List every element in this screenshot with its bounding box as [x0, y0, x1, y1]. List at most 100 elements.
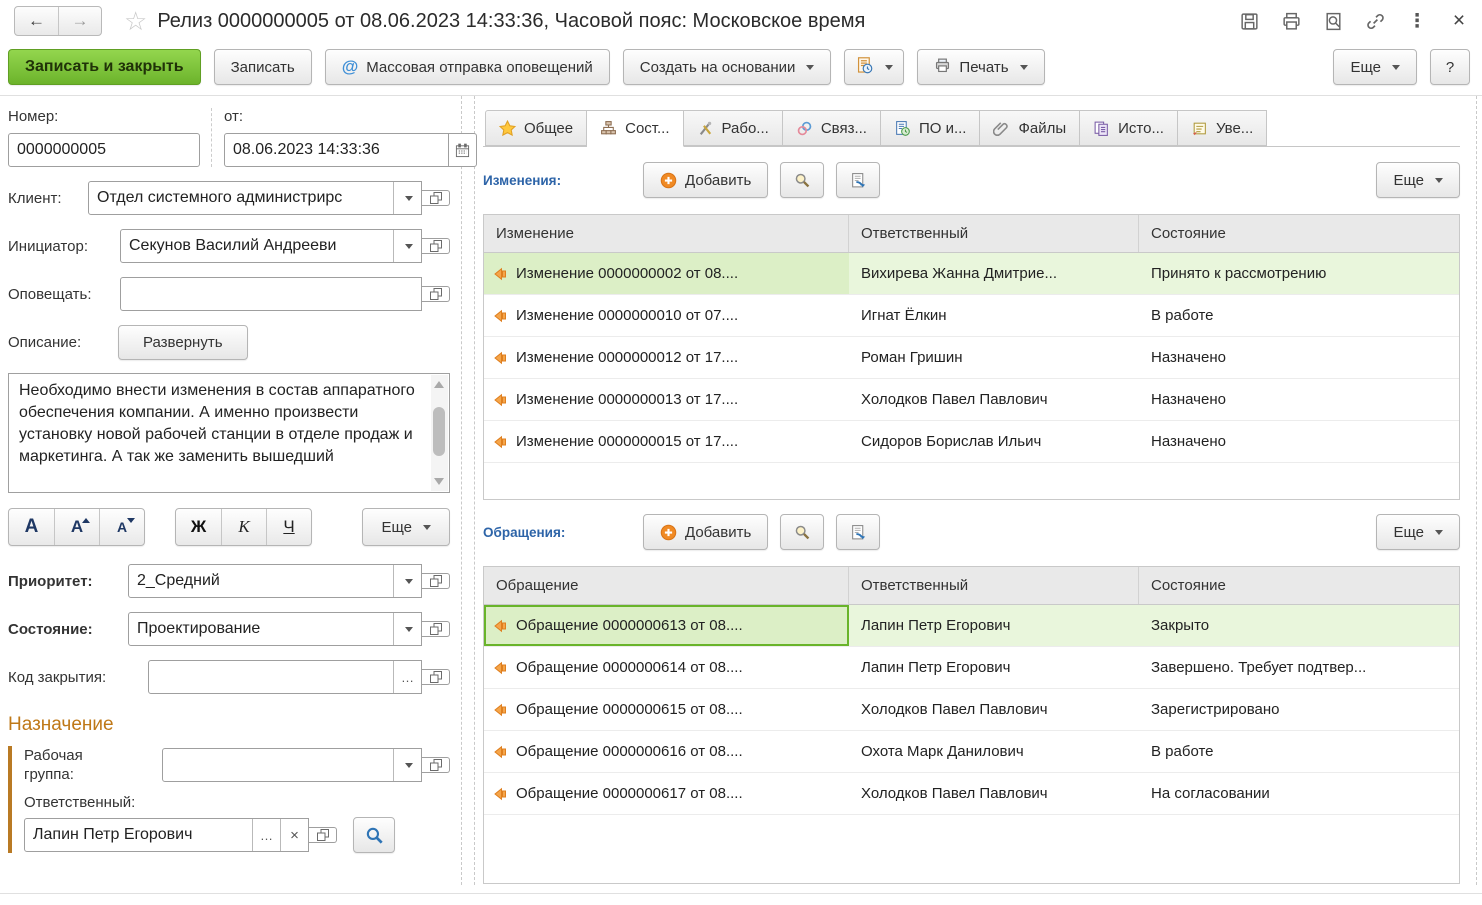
row-name-cell[interactable]: Изменение 0000000012 от 17.... [484, 337, 849, 378]
priority-open-button[interactable] [422, 573, 450, 589]
number-input[interactable] [9, 134, 199, 166]
expand-description-button[interactable]: Развернуть [118, 325, 248, 360]
bold-button[interactable]: Ж [176, 509, 221, 545]
changes-output-list-button[interactable] [836, 162, 880, 198]
close-code-input[interactable] [149, 661, 393, 693]
preview-magnifier-icon[interactable] [1322, 10, 1344, 32]
changes-more-button[interactable]: Еще [1376, 162, 1460, 198]
row-state-cell[interactable]: Закрыто [1139, 605, 1459, 646]
responsible-clear-button[interactable]: × [280, 819, 308, 851]
tab-faily[interactable]: Файлы [980, 110, 1080, 146]
row-name-cell[interactable]: Обращение 0000000616 от 08.... [484, 731, 849, 772]
workgroup-input[interactable] [163, 749, 393, 781]
table-row[interactable]: Обращение 0000000617 от 08....Холодков П… [484, 773, 1459, 815]
client-open-button[interactable] [422, 190, 450, 206]
row-responsible-cell[interactable]: Лапин Петр Егорович [849, 605, 1139, 646]
notify-open-button[interactable] [422, 286, 450, 302]
workgroup-dropdown-button[interactable] [393, 749, 421, 781]
right-splitter[interactable] [1476, 96, 1477, 885]
row-responsible-cell[interactable]: Лапин Петр Егорович [849, 647, 1139, 688]
row-name-cell[interactable]: Изменение 0000000010 от 07.... [484, 295, 849, 336]
description-scrollbar[interactable] [431, 375, 448, 491]
table-row[interactable]: Обращение 0000000616 от 08....Охота Марк… [484, 731, 1459, 773]
row-responsible-cell[interactable]: Охота Марк Данилович [849, 731, 1139, 772]
toolbar-more-button[interactable]: Еще [1333, 49, 1417, 85]
save-and-close-button[interactable]: Записать и закрыть [8, 49, 201, 85]
row-name-cell[interactable]: Обращение 0000000615 от 08.... [484, 689, 849, 730]
font-increase-button[interactable]: А [54, 509, 99, 545]
responsible-input[interactable] [25, 819, 252, 851]
requests-output-list-button[interactable] [836, 514, 880, 550]
row-responsible-cell[interactable]: Игнат Ёлкин [849, 295, 1139, 336]
column-header[interactable]: Обращение [484, 567, 849, 604]
table-row[interactable]: Изменение 0000000013 от 17....Холодков П… [484, 379, 1459, 421]
row-state-cell[interactable]: В работе [1139, 731, 1459, 772]
doc-clock-split-button[interactable] [844, 49, 904, 85]
workgroup-field[interactable] [162, 748, 422, 782]
tab-po[interactable]: ПО и... [881, 110, 981, 146]
font-button[interactable]: А [9, 509, 54, 545]
tab-istoriya[interactable]: Исто... [1080, 110, 1178, 146]
table-row[interactable]: Обращение 0000000614 от 08....Лапин Петр… [484, 647, 1459, 689]
close-code-field[interactable]: … [148, 660, 422, 694]
workgroup-open-button[interactable] [422, 757, 450, 773]
row-responsible-cell[interactable]: Роман Гришин [849, 337, 1139, 378]
row-name-cell[interactable]: Изменение 0000000013 от 17.... [484, 379, 849, 420]
column-header[interactable]: Ответственный [849, 567, 1139, 604]
row-state-cell[interactable]: В работе [1139, 295, 1459, 336]
responsible-search-button[interactable] [353, 817, 395, 853]
scroll-down-icon[interactable] [434, 478, 444, 485]
create-based-on-button[interactable]: Создать на основании [623, 49, 832, 85]
scroll-up-icon[interactable] [434, 381, 444, 388]
table-row[interactable]: Изменение 0000000015 от 17....Сидоров Бо… [484, 421, 1459, 463]
underline-button[interactable]: Ч [266, 509, 311, 545]
state-field[interactable] [128, 612, 422, 646]
calendar-button[interactable] [449, 133, 477, 167]
format-more-button[interactable]: Еще [362, 508, 450, 546]
state-dropdown-button[interactable] [393, 613, 421, 645]
row-state-cell[interactable]: Назначено [1139, 337, 1459, 378]
number-field[interactable] [8, 133, 200, 167]
table-row[interactable]: Обращение 0000000613 от 08....Лапин Петр… [484, 605, 1459, 647]
column-header[interactable]: Изменение [484, 215, 849, 252]
row-name-cell[interactable]: Обращение 0000000617 от 08.... [484, 773, 849, 814]
notify-input[interactable] [121, 278, 421, 310]
row-name-cell[interactable]: Обращение 0000000614 от 08.... [484, 647, 849, 688]
forward-button[interactable]: → [58, 7, 101, 35]
row-name-cell[interactable]: Изменение 0000000002 от 08.... [484, 253, 849, 294]
save-icon[interactable] [1238, 10, 1260, 32]
description-textarea[interactable]: Необходимо внести изменения в состав апп… [8, 373, 450, 493]
close-code-open-button[interactable] [422, 669, 450, 685]
requests-find-button[interactable] [780, 514, 824, 550]
row-state-cell[interactable]: Принято к рассмотрению [1139, 253, 1459, 294]
row-state-cell[interactable]: На согласовании [1139, 773, 1459, 814]
row-responsible-cell[interactable]: Холодков Павел Павлович [849, 689, 1139, 730]
requests-add-button[interactable]: Добавить [643, 514, 768, 550]
changes-add-button[interactable]: Добавить [643, 162, 768, 198]
date-input[interactable] [225, 134, 448, 166]
changes-find-button[interactable] [780, 162, 824, 198]
close-icon[interactable]: × [1448, 10, 1470, 32]
panel-splitter[interactable] [474, 96, 475, 885]
row-responsible-cell[interactable]: Холодков Павел Павлович [849, 773, 1139, 814]
scroll-thumb[interactable] [433, 407, 445, 456]
table-row[interactable]: Изменение 0000000010 от 07....Игнат Ёлки… [484, 295, 1459, 337]
initiator-open-button[interactable] [422, 238, 450, 254]
help-button[interactable]: ? [1430, 49, 1470, 85]
italic-button[interactable]: К [221, 509, 266, 545]
row-responsible-cell[interactable]: Сидоров Борислав Ильич [849, 421, 1139, 462]
responsible-open-button[interactable] [309, 827, 337, 843]
initiator-input[interactable] [121, 230, 393, 262]
initiator-field[interactable] [120, 229, 422, 263]
row-state-cell[interactable]: Назначено [1139, 379, 1459, 420]
date-field[interactable] [224, 133, 449, 167]
get-link-icon[interactable] [1364, 10, 1386, 32]
row-responsible-cell[interactable]: Холодков Павел Павлович [849, 379, 1139, 420]
row-state-cell[interactable]: Завершено. Требует подтвер... [1139, 647, 1459, 688]
requests-more-button[interactable]: Еще [1376, 514, 1460, 550]
row-name-cell[interactable]: Обращение 0000000613 от 08.... [484, 605, 849, 646]
tab-obshchee[interactable]: Общее [485, 110, 587, 146]
close-code-choose-button[interactable]: … [393, 661, 421, 693]
tab-svyazi[interactable]: Связ... [783, 110, 881, 146]
table-row[interactable]: Обращение 0000000615 от 08....Холодков П… [484, 689, 1459, 731]
